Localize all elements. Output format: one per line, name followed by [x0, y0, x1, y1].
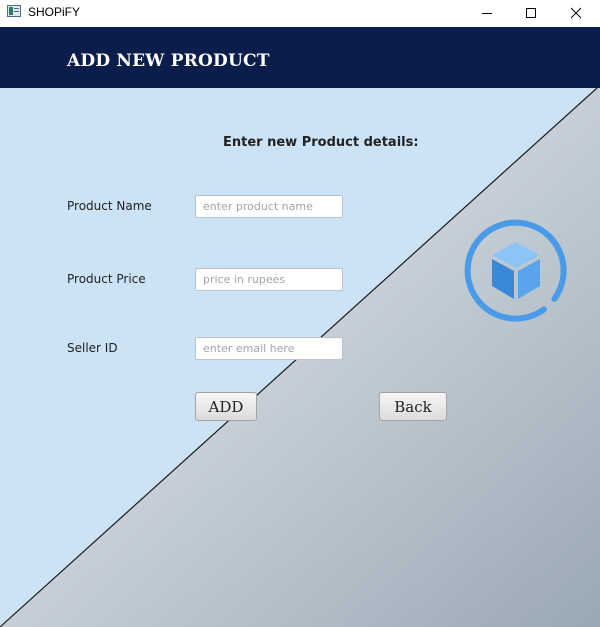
- product-name-input[interactable]: [195, 195, 343, 218]
- form-heading: Enter new Product details:: [223, 135, 419, 150]
- maximize-icon: [526, 8, 536, 18]
- seller-id-label: Seller ID: [67, 341, 118, 355]
- minimize-icon: [482, 13, 492, 14]
- add-button[interactable]: ADD: [195, 392, 257, 421]
- window-titlebar: SHOPiFY: [0, 0, 600, 26]
- product-price-label: Product Price: [67, 272, 146, 286]
- cube-icon: [464, 219, 567, 322]
- product-name-label: Product Name: [67, 199, 152, 213]
- minimize-button[interactable]: [464, 0, 510, 26]
- close-icon: [570, 7, 582, 19]
- page-title: ADD NEW PRODUCT: [67, 51, 270, 71]
- seller-id-input[interactable]: [195, 337, 343, 360]
- product-price-input[interactable]: [195, 268, 343, 291]
- close-button[interactable]: [553, 0, 599, 26]
- back-button[interactable]: Back: [379, 392, 447, 421]
- maximize-button[interactable]: [508, 0, 554, 26]
- window-title: SHOPiFY: [28, 5, 81, 19]
- app-icon: [7, 5, 21, 17]
